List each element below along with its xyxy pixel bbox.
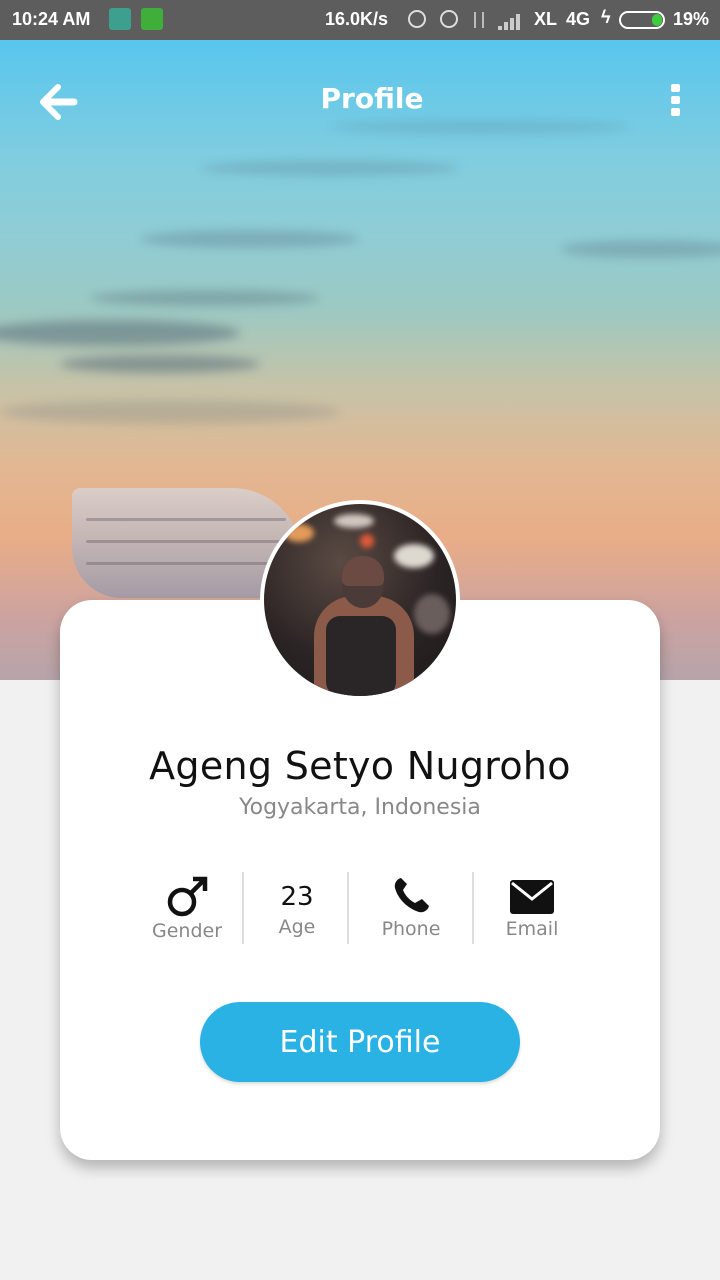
avatar[interactable]	[260, 500, 460, 700]
age-label: Age	[278, 916, 316, 938]
gender-stat[interactable]: Gender	[146, 866, 228, 946]
email-icon	[510, 880, 554, 914]
page-title: Profile	[320, 82, 424, 115]
carrier-label: XL	[534, 9, 558, 29]
app-notification-icon	[141, 8, 163, 30]
android-app-icon	[109, 8, 131, 30]
profile-location: Yogyakarta, Indonesia	[239, 795, 481, 820]
male-gender-icon	[167, 876, 208, 917]
battery-icon	[619, 11, 665, 29]
profile-name: Ageng Setyo Nugroho	[149, 744, 571, 788]
more-options-button[interactable]	[664, 82, 688, 122]
edit-profile-button[interactable]: Edit Profile	[200, 1002, 520, 1082]
phone-label: Phone	[381, 918, 441, 940]
avatar-photo	[264, 504, 456, 696]
age-stat[interactable]: 23 Age	[262, 866, 332, 946]
hotspot-icon	[408, 10, 426, 28]
age-value: 23	[280, 882, 314, 912]
stat-divider	[347, 872, 349, 944]
gender-label: Gender	[151, 920, 223, 942]
status-time: 10:24 AM	[12, 9, 91, 29]
phone-stat[interactable]: Phone	[371, 866, 451, 946]
status-bar: 10:24 AM 16.0K/s XL 4G ϟ 19%	[0, 0, 720, 40]
network-type: 4G	[566, 9, 591, 29]
signal-icon	[498, 14, 520, 30]
battery-percent: 19%	[673, 9, 710, 29]
phone-icon	[394, 878, 429, 913]
data-transfer-icon	[474, 12, 484, 28]
email-stat[interactable]: Email	[496, 866, 568, 946]
charging-icon: ϟ	[601, 7, 611, 27]
stat-divider	[242, 872, 244, 944]
network-speed: 16.0K/s	[325, 9, 389, 29]
alarm-icon	[440, 10, 458, 28]
stat-divider	[472, 872, 474, 944]
email-label: Email	[505, 918, 559, 940]
